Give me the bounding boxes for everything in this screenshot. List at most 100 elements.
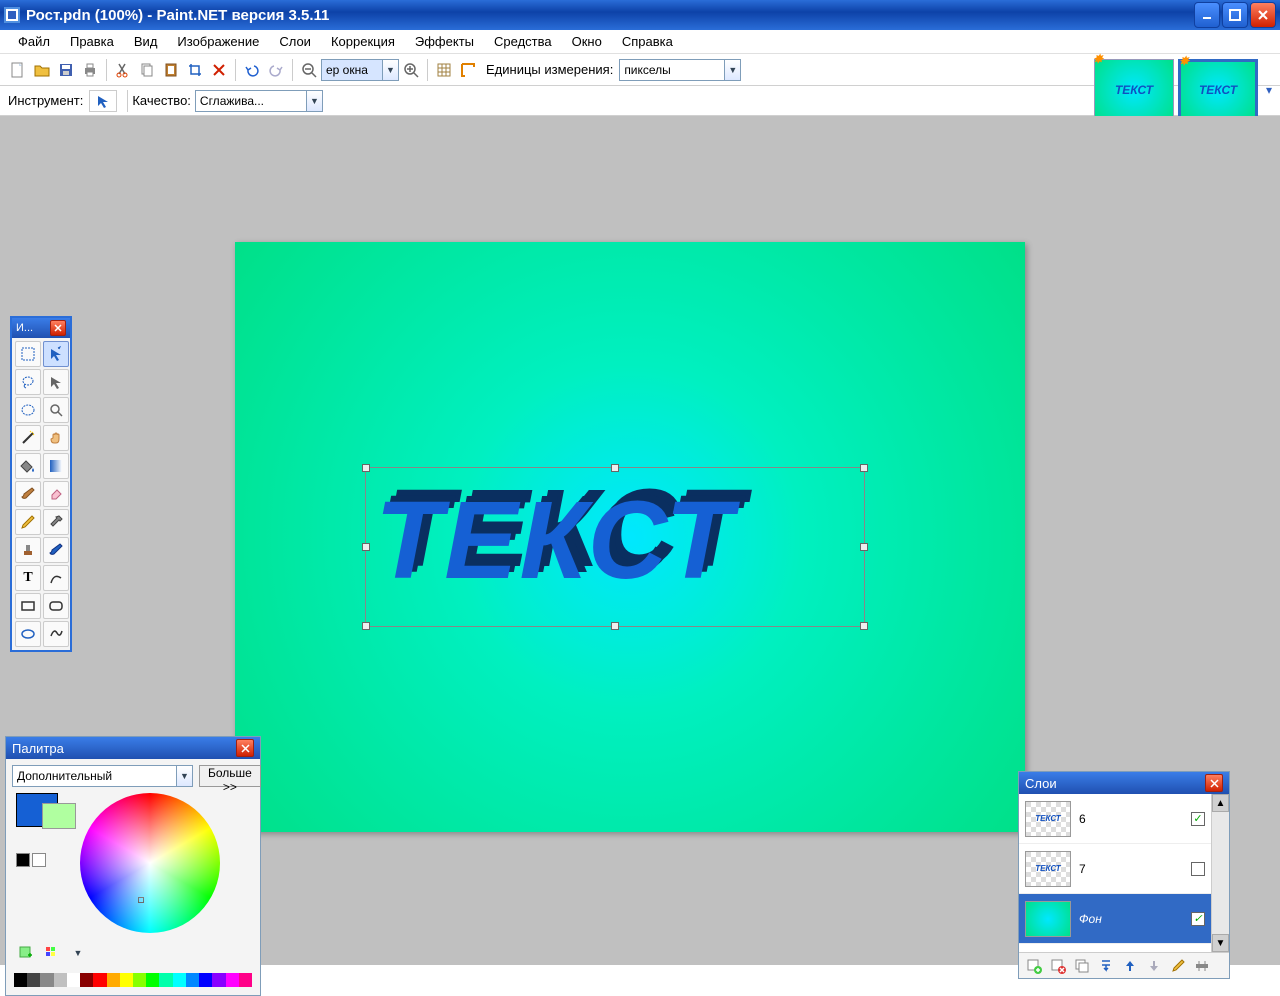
print-button[interactable] (79, 59, 101, 81)
tool-rect[interactable] (15, 593, 41, 619)
palette-menu-arrow[interactable]: ▼ (68, 943, 88, 963)
zoom-out-button[interactable] (298, 59, 320, 81)
layers-window-close[interactable] (1205, 774, 1223, 792)
palette-cell[interactable] (226, 973, 239, 987)
color-wheel[interactable] (80, 793, 220, 933)
menu-help[interactable]: Справка (612, 32, 683, 51)
selection-handle-sw[interactable] (362, 622, 370, 630)
tool-color-picker[interactable] (43, 509, 69, 535)
instrument-picker[interactable] (89, 90, 117, 112)
layer-duplicate-button[interactable] (1071, 955, 1093, 977)
palette-cell[interactable] (40, 973, 53, 987)
tools-window-close[interactable] (50, 320, 66, 336)
layers-window-title[interactable]: Слои (1019, 772, 1229, 794)
palette-cell[interactable] (173, 973, 186, 987)
scroll-down[interactable]: ▼ (1212, 934, 1229, 952)
palette-mode-arrow[interactable]: ▼ (177, 765, 193, 787)
tool-eraser[interactable] (43, 481, 69, 507)
new-button[interactable] (7, 59, 29, 81)
layer-down-button[interactable] (1143, 955, 1165, 977)
selection-handle-s[interactable] (611, 622, 619, 630)
copy-button[interactable] (136, 59, 158, 81)
menu-window[interactable]: Окно (562, 32, 612, 51)
layer-properties-button[interactable] (1167, 955, 1189, 977)
quality-combo[interactable]: ▼ (191, 90, 323, 112)
tools-window-title[interactable]: И... (12, 318, 70, 338)
layer-visible-checkbox[interactable]: ✓ (1191, 912, 1205, 926)
palette-cell[interactable] (54, 973, 67, 987)
selection-handle-ne[interactable] (860, 464, 868, 472)
palette-manage-icon[interactable] (42, 943, 62, 963)
tool-pan[interactable] (43, 425, 69, 451)
ruler-button[interactable] (457, 59, 479, 81)
tool-line[interactable] (43, 565, 69, 591)
layer-visible-checkbox[interactable]: ✓ (1191, 812, 1205, 826)
palette-cell[interactable] (107, 973, 120, 987)
swap-swatch[interactable] (32, 853, 46, 867)
cut-button[interactable] (112, 59, 134, 81)
palette-cell[interactable] (67, 973, 80, 987)
selection-handle-n[interactable] (611, 464, 619, 472)
grid-button[interactable] (433, 59, 455, 81)
tool-fill[interactable] (15, 453, 41, 479)
units-combo[interactable]: ▼ (619, 59, 741, 81)
tool-lasso[interactable] (15, 369, 41, 395)
units-dropdown-arrow[interactable]: ▼ (725, 59, 741, 81)
palette-cell[interactable] (186, 973, 199, 987)
palette-cell[interactable] (14, 973, 27, 987)
secondary-color-swatch[interactable] (42, 803, 76, 829)
menu-effects[interactable]: Эффекты (405, 32, 484, 51)
layer-merge-button[interactable] (1095, 955, 1117, 977)
zoom-dropdown-arrow[interactable]: ▼ (383, 59, 399, 81)
palette-cell[interactable] (133, 973, 146, 987)
palette-mode-combo[interactable]: ▼ (12, 765, 193, 787)
tool-ellipse-select[interactable] (15, 397, 41, 423)
tools-window[interactable]: И... T (10, 316, 72, 652)
palette-cell[interactable] (239, 973, 252, 987)
palette-cell[interactable] (27, 973, 40, 987)
selection-handle-e[interactable] (860, 543, 868, 551)
tool-move-pixels[interactable] (43, 369, 69, 395)
menu-view[interactable]: Вид (124, 32, 168, 51)
layers-window[interactable]: Слои ТЕКСТ6✓ТЕКСТ7Фон✓ ▲ ▼ (1018, 771, 1230, 979)
selection-handle-w[interactable] (362, 543, 370, 551)
menu-image[interactable]: Изображение (167, 32, 269, 51)
menu-adjust[interactable]: Коррекция (321, 32, 405, 51)
layers-scrollbar[interactable]: ▲ ▼ (1211, 794, 1229, 952)
menu-tools[interactable]: Средства (484, 32, 562, 51)
palette-more-button[interactable]: Больше >> (199, 765, 261, 787)
tool-freeform[interactable] (43, 621, 69, 647)
close-button[interactable] (1250, 2, 1276, 28)
palette-mode-select[interactable] (12, 765, 177, 787)
tool-rounded-rect[interactable] (43, 593, 69, 619)
palette-cell[interactable] (159, 973, 172, 987)
quality-select[interactable] (195, 90, 307, 112)
doc-thumb-1[interactable]: ✸ТЕКСТ (1094, 59, 1174, 121)
tool-clone[interactable] (15, 537, 41, 563)
selection-bounds[interactable] (365, 467, 865, 627)
redo-button[interactable] (265, 59, 287, 81)
palette-cell[interactable] (146, 973, 159, 987)
deselect-button[interactable] (208, 59, 230, 81)
menu-edit[interactable]: Правка (60, 32, 124, 51)
palette-cell[interactable] (120, 973, 133, 987)
open-button[interactable] (31, 59, 53, 81)
scroll-up[interactable]: ▲ (1212, 794, 1229, 812)
quality-dropdown-arrow[interactable]: ▼ (307, 90, 323, 112)
palette-add-icon[interactable] (16, 943, 36, 963)
layer-item[interactable]: Фон✓ (1019, 894, 1229, 944)
layer-delete-button[interactable] (1047, 955, 1069, 977)
tool-rect-select[interactable] (15, 341, 41, 367)
tool-magic-wand[interactable] (15, 425, 41, 451)
palette-window[interactable]: Палитра ▼ Больше >> (5, 736, 261, 996)
tool-brush[interactable] (15, 481, 41, 507)
layer-up-button[interactable] (1119, 955, 1141, 977)
layer-item[interactable]: ТЕКСТ6✓ (1019, 794, 1229, 844)
selection-handle-se[interactable] (860, 622, 868, 630)
palette-window-title[interactable]: Палитра (6, 737, 260, 759)
tool-pencil[interactable] (15, 509, 41, 535)
doc-list-dropdown[interactable]: ▾ (1262, 83, 1276, 97)
zoom-input[interactable] (321, 59, 383, 81)
palette-cell[interactable] (199, 973, 212, 987)
layer-flatten-button[interactable] (1191, 955, 1213, 977)
